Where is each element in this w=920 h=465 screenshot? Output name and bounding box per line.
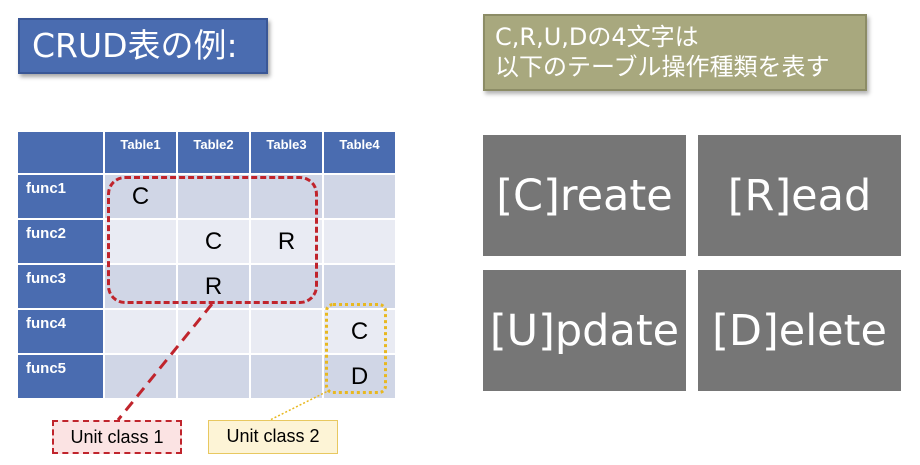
- unit-class-1-label: Unit class 1: [52, 420, 182, 454]
- unit-class-2-connector: [269, 389, 331, 421]
- unit-class-1-connector: [116, 303, 214, 421]
- read-operation-tile: [R]ead: [698, 135, 901, 256]
- update-operation-tile: [U]pdate: [483, 270, 686, 391]
- create-operation-tile: [C]reate: [483, 135, 686, 256]
- delete-operation-tile: [D]elete: [698, 270, 901, 391]
- unit-class-2-label: Unit class 2: [208, 420, 338, 454]
